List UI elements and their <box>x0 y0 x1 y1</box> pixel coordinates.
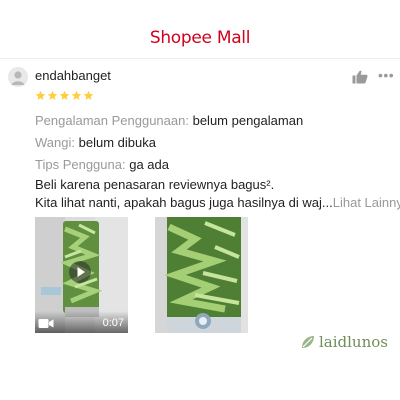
attribute-label: Wangi: <box>35 135 75 150</box>
thumbs-up-icon[interactable] <box>352 70 368 84</box>
watermark-text: laidlunos <box>319 333 388 351</box>
star-icon <box>83 90 94 100</box>
review-text: Beli karena penasaran reviewnya bagus². … <box>35 176 400 212</box>
shopee-mall-header: Shopee Mall <box>0 28 400 48</box>
review-text-truncated: Kita lihat nanti, apakah bagus juga hasi… <box>35 195 333 210</box>
review-image-thumbnail[interactable] <box>155 217 248 333</box>
user-avatar-icon[interactable] <box>8 67 28 87</box>
star-icon <box>35 90 46 100</box>
divider <box>0 58 400 59</box>
video-camera-icon <box>38 319 54 328</box>
attribute-value: ga ada <box>129 157 169 172</box>
star-icon <box>71 90 82 100</box>
see-more-link[interactable]: Lihat Lainnya <box>333 195 400 210</box>
review-username[interactable]: endahbanget <box>35 68 111 83</box>
review-video-thumbnail[interactable]: 0:07 <box>35 217 128 333</box>
attribute-value: belum dibuka <box>78 135 156 150</box>
watermark: laidlunos <box>300 333 388 351</box>
leaf-icon <box>302 336 314 348</box>
attribute-scent: Wangi: belum dibuka <box>35 135 156 150</box>
star-icon <box>59 90 70 100</box>
review-text-line: Kita lihat nanti, apakah bagus juga hasi… <box>35 194 400 212</box>
attribute-label: Pengalaman Penggunaan: <box>35 113 189 128</box>
more-dots-icon[interactable]: ••• <box>378 68 394 84</box>
video-duration: 0:07 <box>102 317 124 329</box>
attribute-value: belum pengalaman <box>192 113 304 128</box>
review-text-line: Beli karena penasaran reviewnya bagus². <box>35 177 275 192</box>
attribute-label: Tips Pengguna: <box>35 157 126 172</box>
attribute-tips: Tips Pengguna: ga ada <box>35 157 169 172</box>
rating-stars <box>35 90 94 101</box>
shopee-mall-logo: Shopee Mall <box>149 28 251 48</box>
star-icon <box>47 90 58 100</box>
attribute-experience: Pengalaman Penggunaan: belum pengalaman <box>35 113 303 128</box>
play-icon[interactable] <box>69 261 91 283</box>
